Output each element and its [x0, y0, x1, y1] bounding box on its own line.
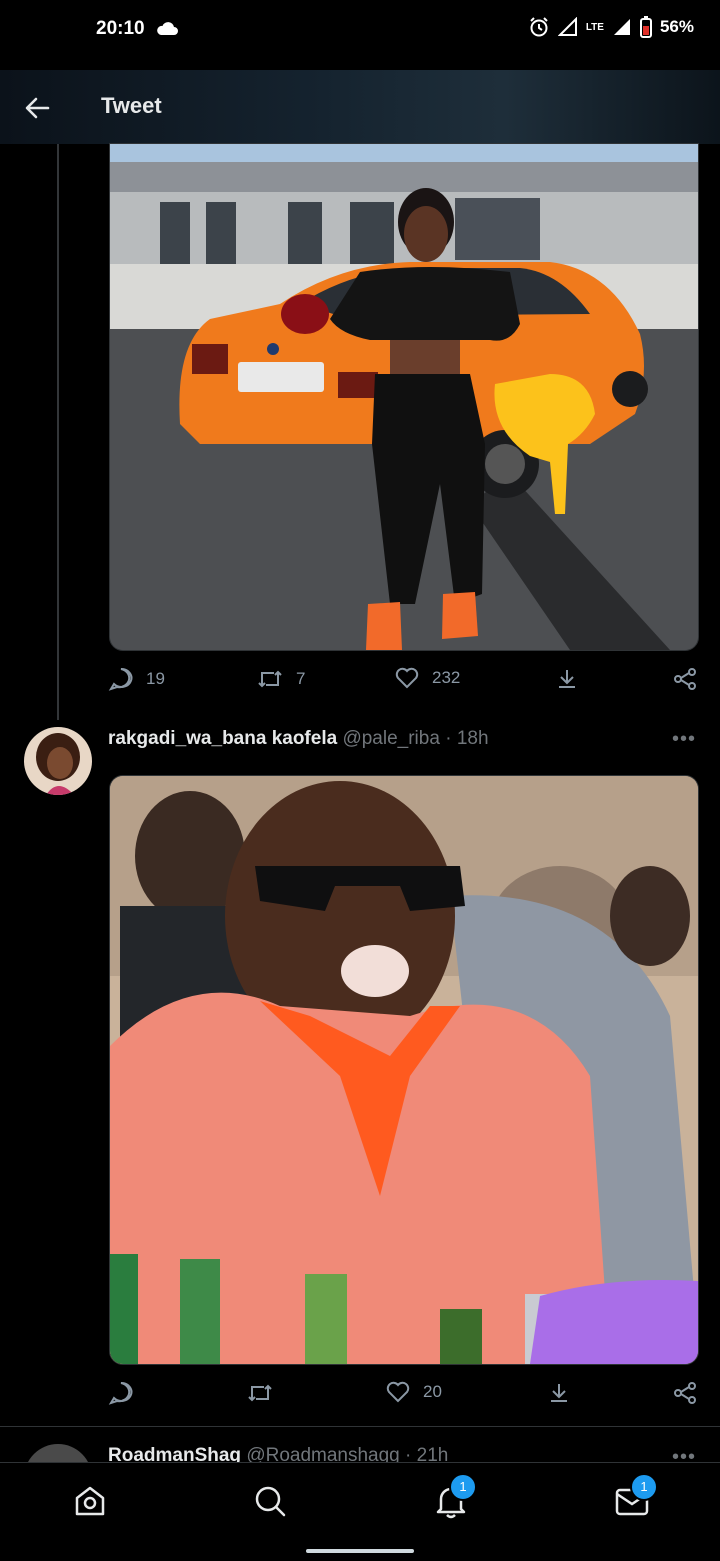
like-button[interactable]: 20 [385, 1380, 442, 1404]
tweet-header: rakgadi_wa_bana kaofela @pale_riba · 18h [108, 728, 489, 750]
like-button[interactable]: 232 [394, 666, 460, 690]
status-time: 20:10 [96, 18, 145, 39]
reply-button[interactable] [108, 1380, 146, 1406]
page-title: Tweet [101, 93, 162, 118]
avatar[interactable] [24, 727, 92, 795]
status-bar: 20:10 LTE 56% [0, 0, 720, 62]
tweet-divider [0, 1426, 720, 1427]
reply-icon [108, 1381, 133, 1405]
reply-button[interactable]: 19 [108, 666, 165, 692]
cloud-icon [157, 22, 178, 35]
photo-woman-orange-car [110, 144, 698, 650]
share-button[interactable] [672, 1380, 698, 1406]
nav-search[interactable] [250, 1481, 290, 1521]
battery-icon [639, 16, 652, 38]
battery-percent: 56% [659, 17, 694, 36]
arrow-left-icon[interactable] [22, 94, 52, 122]
share-icon [674, 668, 696, 690]
separator: · [445, 728, 452, 749]
thread-connector-line [57, 144, 59, 720]
heart-icon [395, 667, 419, 689]
nav-notifications[interactable]: 1 [431, 1473, 477, 1521]
bottom-navigation: 1 1 [0, 1462, 720, 1561]
tweet-media-image[interactable] [109, 143, 699, 651]
avatar-photo [24, 727, 92, 795]
nav-messages[interactable]: 1 [612, 1473, 658, 1521]
gesture-home-indicator[interactable] [306, 1549, 414, 1553]
tweet-actions: 20 [108, 1380, 698, 1410]
download-button[interactable] [546, 1380, 572, 1406]
search-icon [255, 1486, 286, 1517]
photo-man-laughing [110, 776, 698, 1364]
reply-icon [108, 667, 133, 691]
top-app-bar: Tweet [0, 70, 720, 144]
network-type: LTE [585, 21, 604, 33]
tweet-actions: 19 7 232 [108, 666, 698, 696]
retweet-button[interactable]: 7 [256, 666, 305, 692]
like-count: 232 [432, 668, 461, 687]
timestamp: 18h [456, 728, 489, 749]
more-options-icon[interactable]: ••• [672, 728, 696, 751]
notifications-badge: 1 [449, 1473, 477, 1501]
tweet-media-image[interactable] [109, 775, 699, 1365]
retweet-icon [248, 1384, 272, 1402]
download-button[interactable] [554, 666, 580, 692]
share-icon [674, 1382, 696, 1404]
heart-icon [386, 1381, 410, 1403]
like-count: 20 [423, 1382, 442, 1401]
alarm-icon [530, 17, 548, 37]
share-button[interactable] [672, 666, 698, 692]
messages-badge: 1 [630, 1473, 658, 1501]
signal-icon-2 [613, 19, 630, 35]
username[interactable]: @pale_riba [342, 728, 439, 749]
display-name[interactable]: rakgadi_wa_bana kaofela [108, 728, 337, 749]
nav-home[interactable] [70, 1481, 110, 1521]
signal-icon [557, 17, 577, 36]
retweet-count: 7 [296, 669, 306, 688]
reply-count: 19 [146, 669, 165, 688]
retweet-icon [258, 670, 282, 688]
download-icon [551, 1384, 567, 1402]
download-icon [559, 670, 575, 688]
home-icon [75, 1486, 105, 1516]
retweet-button[interactable] [246, 1380, 286, 1406]
